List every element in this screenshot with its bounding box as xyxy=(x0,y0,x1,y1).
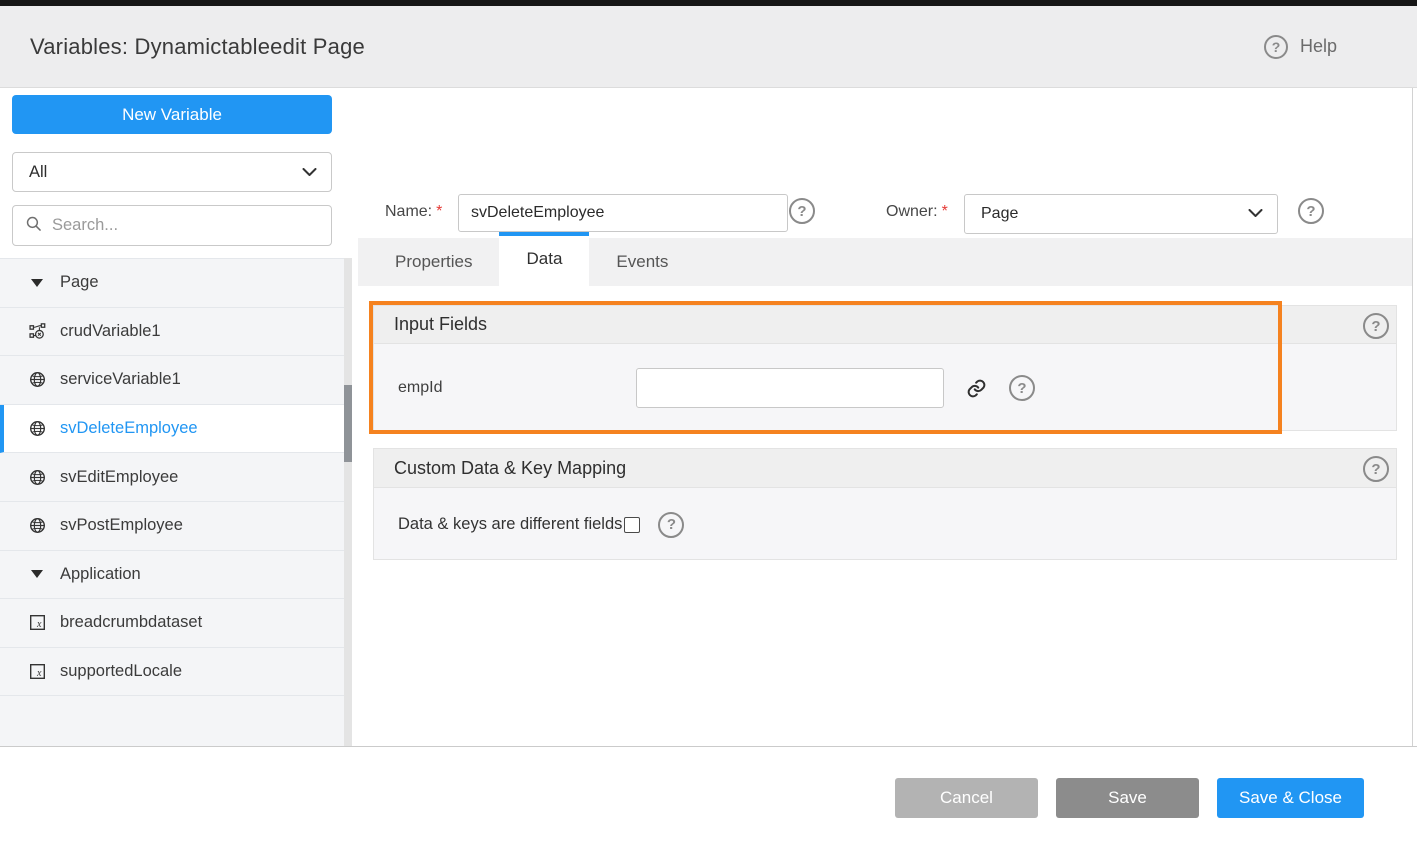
service-variable-globe-icon xyxy=(28,371,46,388)
empid-label: empId xyxy=(398,379,636,397)
owner-selected-value: Page xyxy=(981,205,1018,223)
tab-events[interactable]: Events xyxy=(589,238,695,286)
dialog-footer: Cancel Save Save & Close xyxy=(0,747,1417,845)
variable-group-application[interactable]: Application xyxy=(0,551,344,600)
list-item-svpostemployee[interactable]: svPostEmployee xyxy=(0,502,344,551)
checkbox-help-icon[interactable]: ? xyxy=(658,512,684,538)
variable-label: svEditEmployee xyxy=(60,468,178,487)
list-item-servicevariable1[interactable]: serviceVariable1 xyxy=(0,356,344,405)
variable-label: svDeleteEmployee xyxy=(60,419,198,438)
list-item-breadcrumbdataset[interactable]: x breadcrumbdataset xyxy=(0,599,344,648)
group-label: Application xyxy=(60,565,141,584)
list-item-supportedlocale[interactable]: x supportedLocale xyxy=(0,648,344,697)
variable-search xyxy=(12,205,332,246)
model-variable-icon: x xyxy=(28,614,46,631)
input-fields-header: Input Fields xyxy=(374,306,1396,344)
input-fields-help-icon[interactable]: ? xyxy=(1363,313,1389,339)
new-variable-button[interactable]: New Variable xyxy=(12,95,332,134)
model-variable-icon: x xyxy=(28,663,46,680)
list-item-crudvariable1[interactable]: crudVariable1 xyxy=(0,308,344,357)
name-label: Name:* xyxy=(385,203,442,221)
dialog-header: Variables: Dynamictableedit Page ? Help xyxy=(0,6,1417,88)
page-title: Variables: Dynamictableedit Page xyxy=(30,34,365,60)
cancel-button[interactable]: Cancel xyxy=(895,778,1038,818)
chevron-down-icon xyxy=(302,163,317,182)
custom-mapping-section: Custom Data & Key Mapping ? Data & keys … xyxy=(373,448,1397,560)
variable-filter-select[interactable]: All xyxy=(12,152,332,192)
variable-list: Page crudVariable1 serviceVariable1 xyxy=(0,258,344,746)
sidebar-scrollbar-thumb[interactable] xyxy=(344,385,352,462)
owner-help-icon[interactable]: ? xyxy=(1298,198,1324,224)
section-title: Custom Data & Key Mapping xyxy=(394,458,626,479)
filter-selected-value: All xyxy=(29,163,47,182)
name-help-icon[interactable]: ? xyxy=(789,198,815,224)
input-fields-section: Input Fields ? empId ? xyxy=(373,305,1397,431)
required-asterisk: * xyxy=(436,203,442,220)
svg-text:x: x xyxy=(35,668,41,679)
group-label: Page xyxy=(60,273,99,292)
variable-label: breadcrumbdataset xyxy=(60,613,202,632)
help-icon: ? xyxy=(1264,35,1288,59)
search-icon xyxy=(25,215,42,237)
svg-text:x: x xyxy=(35,620,41,631)
collapse-triangle-icon xyxy=(28,570,46,578)
variable-label: serviceVariable1 xyxy=(60,370,181,389)
tab-bar: Properties Data Events xyxy=(358,238,1413,286)
service-variable-globe-icon xyxy=(28,469,46,486)
service-variable-globe-icon xyxy=(28,517,46,534)
owner-label: Owner:* xyxy=(886,203,948,221)
required-asterisk: * xyxy=(942,203,948,220)
variable-group-page[interactable]: Page xyxy=(0,259,344,308)
name-input[interactable] xyxy=(458,194,788,232)
help-button[interactable]: ? Help xyxy=(1264,6,1337,87)
variable-label: svPostEmployee xyxy=(60,516,183,535)
variable-detail-panel: Name:* ? Owner:* Page ? Type: Web Servic… xyxy=(358,88,1413,746)
variable-label: crudVariable1 xyxy=(60,322,161,341)
panel-right-border xyxy=(1412,88,1413,746)
tab-properties[interactable]: Properties xyxy=(368,238,499,286)
empid-input[interactable] xyxy=(636,368,944,408)
help-label: Help xyxy=(1300,36,1337,57)
variables-dialog: Variables: Dynamictableedit Page ? Help … xyxy=(0,0,1417,845)
sidebar-scrollbar[interactable] xyxy=(344,258,352,746)
empid-help-icon[interactable]: ? xyxy=(1009,375,1035,401)
checkbox-label: Data & keys are different fields xyxy=(398,515,622,534)
collapse-triangle-icon xyxy=(28,279,46,287)
bind-link-icon[interactable] xyxy=(966,378,987,399)
variables-sidebar: New Variable All Page xyxy=(0,88,352,746)
custom-mapping-row: Data & keys are different fields ? xyxy=(374,488,1396,561)
variable-label: supportedLocale xyxy=(60,662,182,681)
chevron-down-icon xyxy=(1248,205,1263,223)
owner-select[interactable]: Page xyxy=(964,194,1278,234)
tab-data[interactable]: Data xyxy=(499,232,589,286)
save-button[interactable]: Save xyxy=(1056,778,1199,818)
custom-mapping-header: Custom Data & Key Mapping xyxy=(374,449,1396,488)
section-title: Input Fields xyxy=(394,314,487,335)
save-and-close-button[interactable]: Save & Close xyxy=(1217,778,1364,818)
search-input[interactable] xyxy=(52,216,319,235)
input-field-row-empid: empId ? xyxy=(374,344,1396,432)
list-item-svdeleteemployee-selected[interactable]: svDeleteEmployee xyxy=(0,405,344,454)
crud-variable-icon xyxy=(28,323,46,340)
data-keys-checkbox[interactable] xyxy=(624,517,640,533)
list-item-sveditemployee[interactable]: svEditEmployee xyxy=(0,453,344,502)
service-variable-globe-icon xyxy=(28,420,46,437)
custom-mapping-help-icon[interactable]: ? xyxy=(1363,456,1389,482)
